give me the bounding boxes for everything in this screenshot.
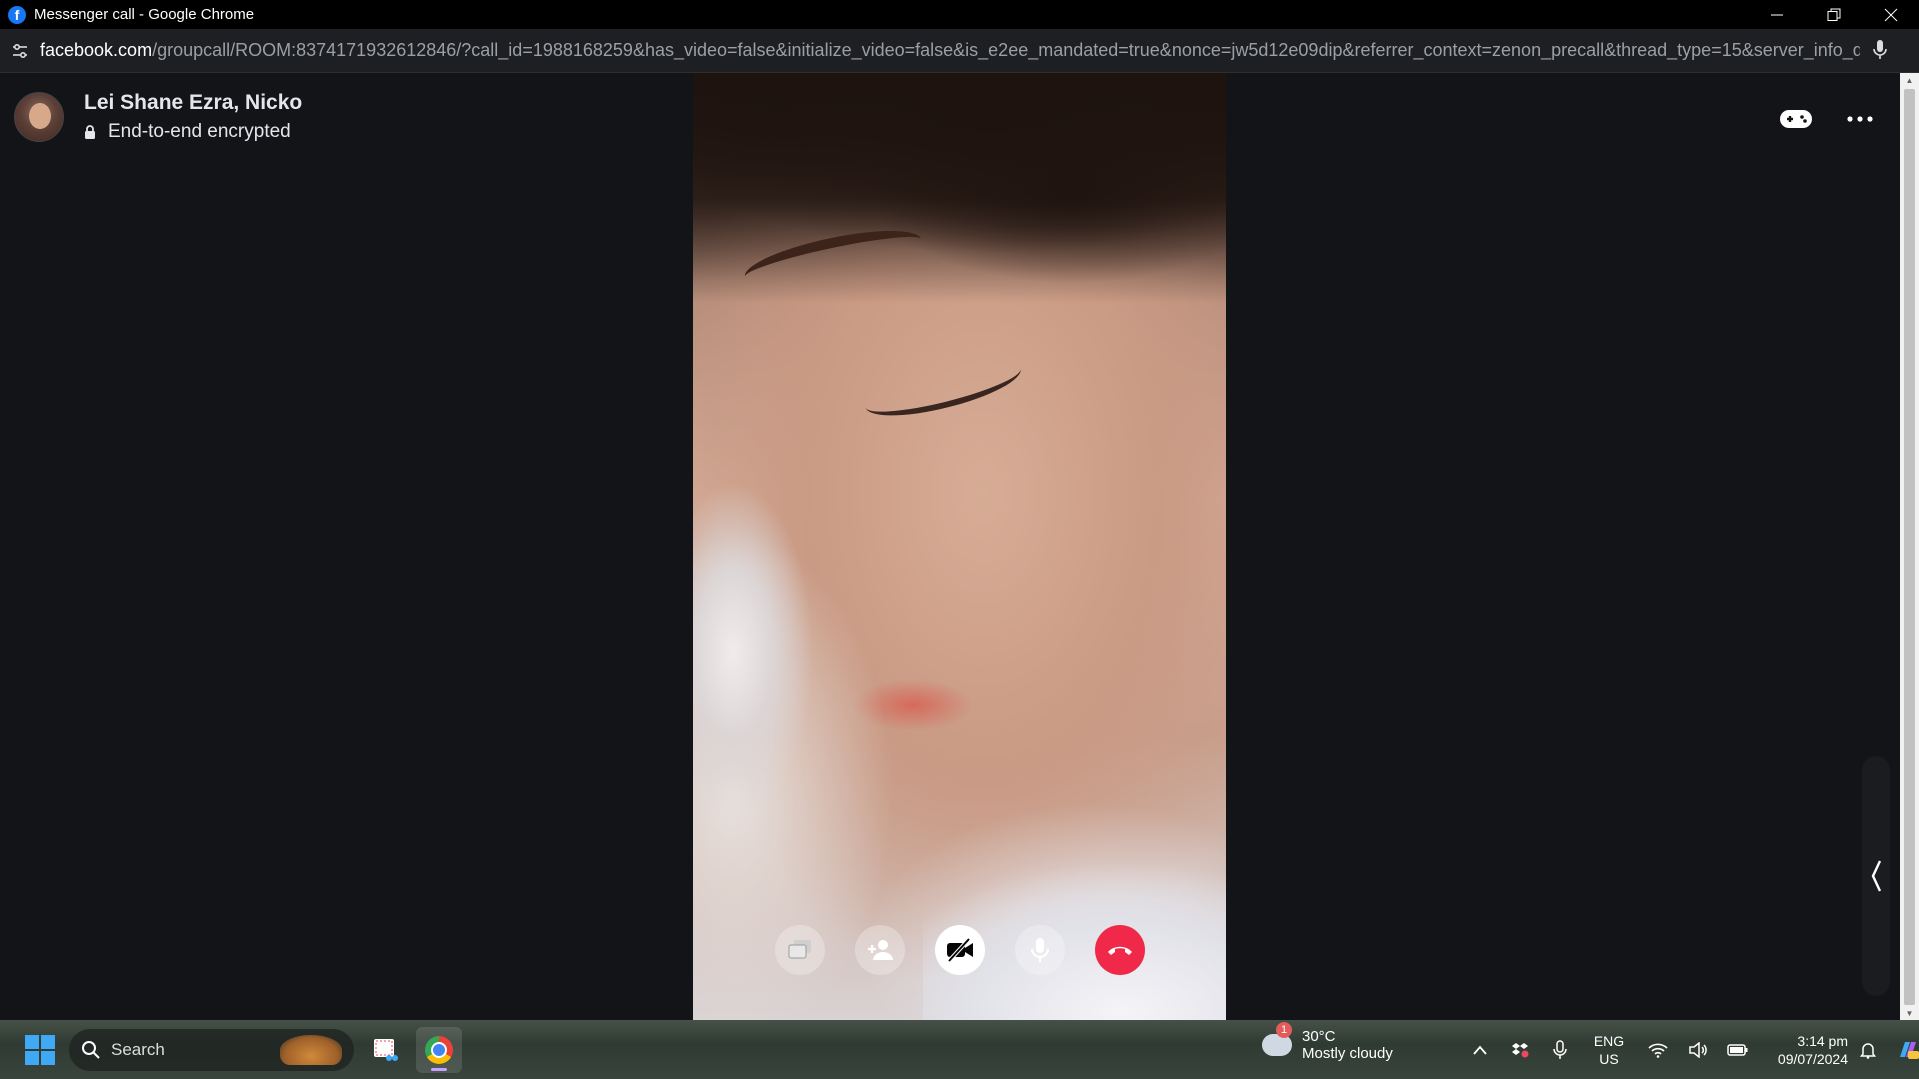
- tray-battery[interactable]: [1718, 1030, 1758, 1070]
- restore-button[interactable]: [1805, 0, 1862, 29]
- more-options-button[interactable]: [1840, 99, 1880, 139]
- show-hidden-icons-button[interactable]: [1460, 1030, 1500, 1070]
- microphone-toggle-button[interactable]: [1014, 925, 1065, 975]
- copilot-icon: [1900, 1041, 1919, 1059]
- page-scrollbar[interactable]: ▲ ▼: [1900, 73, 1919, 1020]
- notification-bell-icon: [1860, 1042, 1876, 1059]
- site-info-button[interactable]: [0, 29, 40, 73]
- tune-icon: [13, 43, 27, 58]
- weather-cloud-icon: 1: [1262, 1022, 1292, 1056]
- video-off-icon: [946, 938, 973, 962]
- add-people-button[interactable]: [854, 925, 905, 975]
- clock-time: 3:14 pm: [1797, 1032, 1848, 1049]
- end-call-button[interactable]: [1094, 925, 1145, 975]
- call-actions: [1776, 99, 1880, 139]
- hang-up-icon: [1107, 946, 1132, 955]
- video-eye: [860, 349, 1026, 427]
- taskbar-search[interactable]: Search: [69, 1028, 354, 1071]
- game-controller-icon: [1780, 110, 1812, 128]
- chevron-left-icon: [1871, 860, 1882, 892]
- url-field[interactable]: facebook.com/groupcall/ROOM:837417193261…: [40, 40, 1860, 61]
- side-panel-toggle-button[interactable]: [1862, 756, 1890, 996]
- call-participants[interactable]: Lei Shane Ezra, Nicko: [84, 91, 302, 115]
- window-title-bar: f Messenger call - Google Chrome: [0, 0, 1919, 29]
- window-controls: [1748, 0, 1919, 29]
- battery-icon: [1727, 1043, 1748, 1056]
- keyboard-layout: US: [1599, 1050, 1619, 1067]
- lock-icon: [85, 125, 95, 139]
- tray-volume[interactable]: [1678, 1030, 1718, 1070]
- language-indicator[interactable]: ENG US: [1584, 1032, 1634, 1068]
- tray-dropbox[interactable]: [1500, 1030, 1540, 1070]
- taskbar-chrome[interactable]: [416, 1026, 462, 1073]
- scrollbar-thumb[interactable]: [1904, 89, 1915, 1005]
- call-page: Lei Shane Ezra, Nicko End-to-end encrypt…: [0, 73, 1900, 1020]
- weather-widget[interactable]: 1 30°C Mostly cloudy: [1262, 1022, 1393, 1062]
- chrome-icon: [425, 1035, 453, 1064]
- search-label: Search: [111, 1039, 165, 1059]
- microphone-icon: [1553, 1039, 1567, 1059]
- taskbar: Search 1 30°C Mostly cloudy ENG US 3:14 …: [0, 1020, 1919, 1079]
- clock[interactable]: 3:14 pm 09/07/2024: [1770, 1032, 1848, 1068]
- encryption-label: End-to-end encrypted: [108, 121, 291, 142]
- minimize-button[interactable]: [1748, 0, 1805, 29]
- facebook-icon: f: [8, 5, 26, 24]
- tray-notifications[interactable]: [1848, 1030, 1888, 1070]
- avatar[interactable]: [14, 92, 64, 142]
- url-path: /groupcall/ROOM:8374171932612846/?call_i…: [152, 40, 1860, 60]
- speaker-icon: [1689, 1041, 1707, 1058]
- tray-microphone[interactable]: [1540, 1030, 1580, 1070]
- share-screen-icon: [788, 940, 811, 959]
- scroll-down-arrow[interactable]: ▼: [1900, 1006, 1919, 1020]
- call-header: Lei Shane Ezra, Nicko End-to-end encrypt…: [14, 91, 302, 143]
- tray-copilot[interactable]: [1888, 1030, 1919, 1070]
- voice-search-button[interactable]: [1871, 39, 1889, 66]
- taskbar-snipping-tool[interactable]: [362, 1027, 408, 1073]
- wifi-icon: [1648, 1043, 1668, 1058]
- system-tray: ENG US 3:14 pm 09/07/2024: [1460, 1020, 1919, 1079]
- language-code: ENG: [1593, 1032, 1625, 1049]
- call-controls: [693, 925, 1226, 975]
- start-button[interactable]: [25, 1034, 55, 1065]
- weather-notification-badge: 1: [1276, 1022, 1292, 1038]
- microphone-icon: [1873, 40, 1887, 59]
- window-title: Messenger call - Google Chrome: [34, 6, 255, 23]
- remote-video: [693, 73, 1226, 1020]
- share-screen-button[interactable]: [774, 925, 825, 975]
- address-bar: facebook.com/groupcall/ROOM:837417193261…: [0, 29, 1919, 73]
- search-icon: [82, 1040, 100, 1059]
- weather-condition: Mostly cloudy: [1302, 1045, 1393, 1062]
- snipping-tool-icon: [374, 1038, 398, 1061]
- url-host: facebook.com: [40, 40, 153, 60]
- video-cat: [693, 473, 833, 833]
- add-person-icon: [867, 940, 893, 960]
- close-button[interactable]: [1862, 0, 1919, 29]
- dropbox-icon: [1512, 1042, 1529, 1057]
- camera-toggle-button[interactable]: [934, 925, 985, 975]
- weather-temperature: 30°C: [1302, 1028, 1336, 1045]
- encryption-status: End-to-end encrypted: [84, 121, 302, 143]
- search-highlight-image: [280, 1034, 342, 1065]
- clock-date: 09/07/2024: [1777, 1050, 1848, 1067]
- games-button[interactable]: [1776, 99, 1816, 139]
- chevron-up-icon: [1473, 1045, 1487, 1055]
- microphone-icon: [1030, 938, 1049, 962]
- more-icon: [1847, 116, 1873, 122]
- tray-wifi[interactable]: [1638, 1030, 1678, 1070]
- scroll-up-arrow[interactable]: ▲: [1900, 73, 1919, 87]
